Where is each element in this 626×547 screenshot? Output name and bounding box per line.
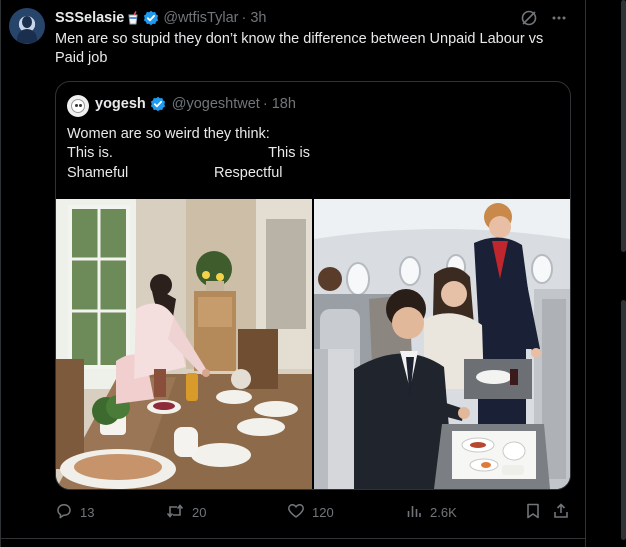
bookmark-icon: [524, 502, 542, 523]
tweet-divider: [0, 538, 586, 539]
share-icon: [552, 502, 570, 523]
right-caption-line1: This is: [268, 145, 310, 161]
reply-count: 13: [80, 505, 95, 520]
reply-icon: [55, 502, 73, 523]
right-caption-line2: Respectful: [214, 164, 283, 181]
tweet-actions: 13 20 120 2.6K: [55, 502, 575, 522]
adjacent-panel-edge-lower: [621, 300, 626, 540]
left-caption-line1: This is.: [67, 145, 113, 161]
quoted-verified-badge-icon: [150, 96, 166, 112]
avatar[interactable]: [9, 8, 45, 44]
quoted-right-caption: This is Respectful: [214, 144, 310, 183]
bookmark-action[interactable]: [524, 502, 542, 523]
quoted-avatar: [67, 95, 89, 117]
verified-badge-icon: [143, 10, 159, 26]
views-action[interactable]: 2.6K: [405, 502, 457, 523]
heart-icon: [287, 502, 305, 523]
home-dining-table-photo[interactable]: [56, 199, 312, 489]
cup-with-straw-icon: [126, 11, 140, 25]
quoted-text-intro: Women are so weird they think:: [67, 126, 270, 142]
quoted-author-name: yogesh: [95, 96, 146, 112]
left-caption-line2: Shameful: [67, 164, 129, 181]
quoted-tweet-time: · 18h: [262, 96, 296, 112]
right-column-background: [586, 0, 626, 547]
bar-chart-icon: [405, 502, 423, 523]
retweet-icon: [165, 502, 185, 523]
column-border-left: [0, 0, 1, 547]
quoted-tweet[interactable]: yogesh @yogeshtwet · 18h Women are so we…: [55, 81, 571, 490]
tweet-header: SSSelasie @wtfisTylar · 3h: [55, 9, 266, 27]
tweet-text: Men are so stupid they don’t know the di…: [55, 31, 544, 66]
like-count: 120: [312, 505, 334, 520]
more-options-icon[interactable]: [550, 9, 568, 32]
retweet-count: 20: [192, 505, 207, 520]
tweet-time[interactable]: · 3h: [241, 10, 266, 26]
views-count: 2.6K: [430, 505, 457, 520]
quoted-header: yogesh @yogeshtwet · 18h: [95, 96, 296, 112]
airline-business-class-photo[interactable]: [314, 199, 570, 489]
grok-icon[interactable]: [520, 9, 538, 32]
quoted-left-caption: This is. Shameful: [67, 144, 128, 183]
tweet-top-actions: [520, 9, 568, 32]
retweet-action[interactable]: 20: [165, 502, 206, 523]
quoted-author-handle: @yogeshtwet: [171, 96, 260, 112]
reply-action[interactable]: 13: [55, 502, 94, 523]
adjacent-panel-edge: [621, 0, 626, 252]
author-name[interactable]: SSSelasie: [55, 10, 124, 26]
author-handle[interactable]: @wtfisTylar: [163, 10, 238, 26]
share-action[interactable]: [552, 502, 570, 523]
like-action[interactable]: 120: [287, 502, 334, 523]
